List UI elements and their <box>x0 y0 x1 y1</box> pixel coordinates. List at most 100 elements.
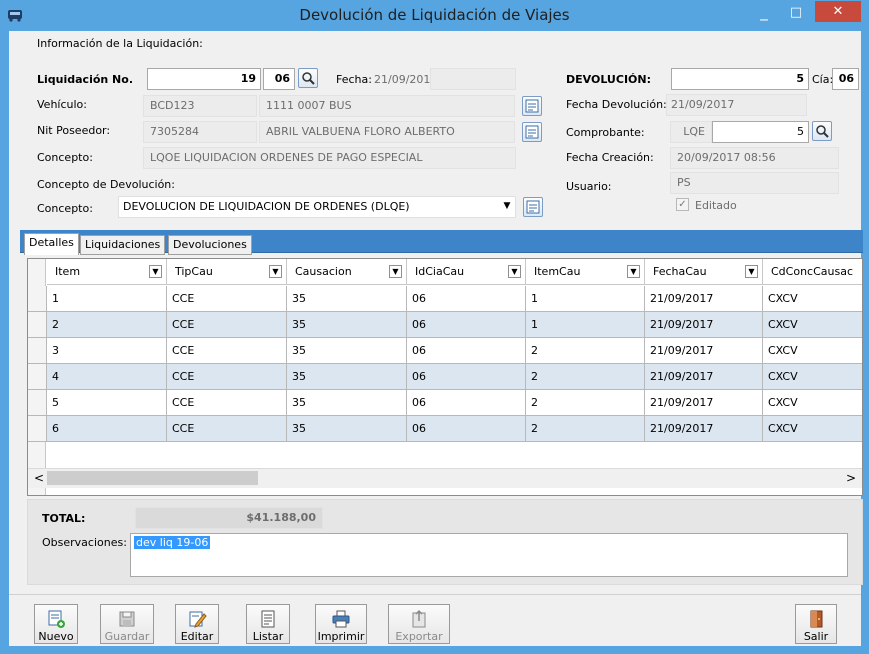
grid-cell[interactable]: 06 <box>407 338 526 364</box>
grid-cell[interactable]: 06 <box>407 312 526 338</box>
column-header-causacion[interactable]: Causacion ▼ <box>287 259 407 285</box>
row-selector[interactable] <box>28 390 47 416</box>
row-selector[interactable] <box>28 338 47 364</box>
row-selector[interactable] <box>28 416 47 442</box>
observaciones-textarea[interactable]: dev liq 19-06 <box>130 533 848 577</box>
grid-cell[interactable]: 2 <box>526 416 645 442</box>
grid-cell[interactable]: 06 <box>407 364 526 390</box>
devolucion-concepto-select[interactable]: DEVOLUCION DE LIQUIDACION DE ORDENES (DL… <box>118 196 516 218</box>
search-liquidacion-button[interactable] <box>298 68 318 88</box>
grid-cell[interactable]: 06 <box>407 390 526 416</box>
nit-field: 7305284 <box>143 121 257 143</box>
grid-cell[interactable]: 35 <box>287 416 407 442</box>
grid-cell[interactable]: CXCV <box>763 286 862 312</box>
chevron-down-icon[interactable]: ▼ <box>745 265 758 278</box>
detalles-grid[interactable]: Item ▼ TipCau ▼ Causacion ▼ IdCiaCau ▼ ItemC… <box>27 258 863 496</box>
grid-cell[interactable]: CCE <box>167 364 287 390</box>
grid-cell[interactable]: 1 <box>47 286 167 312</box>
grid-cell[interactable]: 35 <box>287 364 407 390</box>
row-selector[interactable] <box>28 312 47 338</box>
minimize-button[interactable]: _ <box>752 2 776 24</box>
imprimir-button[interactable]: Imprimir <box>315 604 367 644</box>
search-comprobante-button[interactable] <box>812 121 832 141</box>
liquidacion-compania-input[interactable]: 06 <box>263 68 295 90</box>
poseedor-detail-button[interactable] <box>522 122 542 142</box>
editado-checkbox[interactable]: ✓ <box>676 198 689 211</box>
column-header-idciacau[interactable]: IdCiaCau ▼ <box>407 259 526 285</box>
grid-cell[interactable]: 1 <box>526 286 645 312</box>
close-button[interactable]: ✕ <box>815 1 861 22</box>
chevron-down-icon[interactable]: ▼ <box>627 265 640 278</box>
devolucion-numero-input[interactable]: 5 <box>671 68 809 90</box>
tab-liquidaciones[interactable]: Liquidaciones <box>80 235 166 255</box>
grid-cell[interactable]: CCE <box>167 338 287 364</box>
editar-button[interactable]: Editar <box>175 604 219 644</box>
grid-cell[interactable]: 21/09/2017 <box>645 390 763 416</box>
grid-cell[interactable]: 35 <box>287 286 407 312</box>
new-document-icon <box>48 610 65 628</box>
grid-cell[interactable]: 2 <box>526 390 645 416</box>
scroll-left-arrow[interactable]: < <box>32 470 46 486</box>
column-header-fechacau[interactable]: FechaCau ▼ <box>645 259 763 285</box>
fecha-devolucion-label: Fecha Devolución: <box>566 98 667 111</box>
column-header-tipcau[interactable]: TipCau ▼ <box>167 259 287 285</box>
grid-cell[interactable]: 2 <box>47 312 167 338</box>
form-icon <box>525 99 539 113</box>
maximize-button[interactable]: □ <box>783 2 809 24</box>
cia-input[interactable]: 06 <box>832 68 859 90</box>
vehiculo-detail-button[interactable] <box>522 96 542 116</box>
poseedor-field: ABRIL VALBUENA FLORO ALBERTO <box>259 121 515 143</box>
tab-devoluciones[interactable]: Devoluciones <box>168 235 252 255</box>
row-selector[interactable] <box>28 286 47 312</box>
grid-cell[interactable]: 2 <box>526 338 645 364</box>
grid-cell[interactable]: CXCV <box>763 312 862 338</box>
grid-cell[interactable]: CCE <box>167 390 287 416</box>
chevron-down-icon[interactable]: ▼ <box>501 201 513 213</box>
grid-cell[interactable]: 35 <box>287 338 407 364</box>
chevron-down-icon[interactable]: ▼ <box>508 265 521 278</box>
exportar-button[interactable]: Exportar <box>388 604 450 644</box>
tab-detalles[interactable]: Detalles <box>24 233 79 255</box>
grid-cell[interactable]: 21/09/2017 <box>645 416 763 442</box>
chevron-down-icon[interactable]: ▼ <box>269 265 282 278</box>
grid-cell[interactable]: 2 <box>526 364 645 390</box>
devolucion-concepto-detail-button[interactable] <box>523 197 543 217</box>
chevron-down-icon[interactable]: ▼ <box>389 265 402 278</box>
grid-cell[interactable]: 06 <box>407 286 526 312</box>
grid-cell[interactable]: 21/09/2017 <box>645 312 763 338</box>
grid-cell[interactable]: 21/09/2017 <box>645 364 763 390</box>
scroll-right-arrow[interactable]: > <box>844 470 858 486</box>
grid-cell[interactable]: 06 <box>407 416 526 442</box>
chevron-down-icon[interactable]: ▼ <box>149 265 162 278</box>
edit-icon <box>189 611 207 628</box>
column-header-itemcau[interactable]: ItemCau ▼ <box>526 259 645 285</box>
grid-cell[interactable]: 1 <box>526 312 645 338</box>
scrollbar-thumb[interactable] <box>47 471 258 485</box>
grid-cell[interactable]: 3 <box>47 338 167 364</box>
nuevo-button[interactable]: Nuevo <box>34 604 78 644</box>
grid-cell[interactable]: 4 <box>47 364 167 390</box>
row-selector[interactable] <box>28 364 47 390</box>
grid-cell[interactable]: CXCV <box>763 416 862 442</box>
column-header-cdconccausac[interactable]: CdConcCausac <box>763 259 862 285</box>
column-header-item[interactable]: Item ▼ <box>47 259 167 285</box>
grid-cell[interactable]: CCE <box>167 416 287 442</box>
guardar-button[interactable]: Guardar <box>100 604 154 644</box>
listar-button[interactable]: Listar <box>246 604 290 644</box>
grid-cell[interactable]: CXCV <box>763 390 862 416</box>
grid-cell[interactable]: 35 <box>287 312 407 338</box>
grid-cell[interactable]: 35 <box>287 390 407 416</box>
grid-cell[interactable]: 5 <box>47 390 167 416</box>
grid-cell[interactable]: 21/09/2017 <box>645 286 763 312</box>
liquidacion-numero-input[interactable]: 19 <box>147 68 261 90</box>
grid-cell[interactable]: CCE <box>167 312 287 338</box>
grid-cell[interactable]: CXCV <box>763 364 862 390</box>
comprobante-numero-input[interactable]: 5 <box>712 121 809 143</box>
nit-label: Nit Poseedor: <box>37 124 111 137</box>
grid-cell[interactable]: 21/09/2017 <box>645 338 763 364</box>
comprobante-label: Comprobante: <box>566 126 645 139</box>
grid-cell[interactable]: CXCV <box>763 338 862 364</box>
salir-button[interactable]: Salir <box>795 604 837 644</box>
grid-cell[interactable]: 6 <box>47 416 167 442</box>
grid-cell[interactable]: CCE <box>167 286 287 312</box>
